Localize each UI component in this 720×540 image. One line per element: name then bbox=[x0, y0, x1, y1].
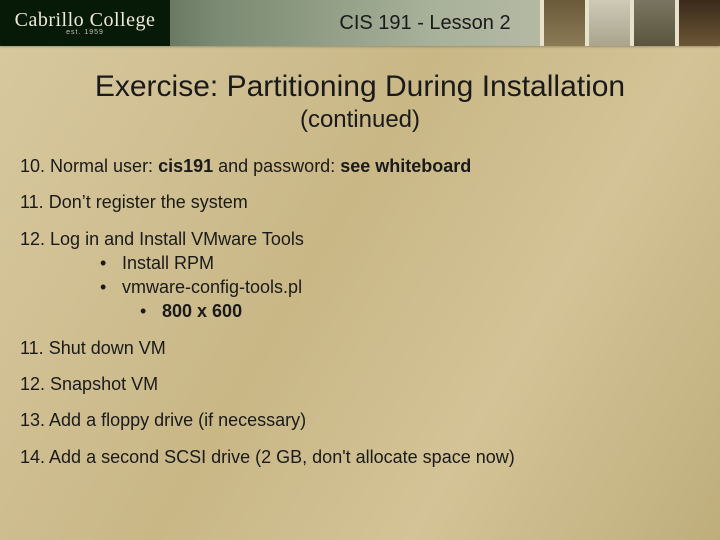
substep-resolution: •800 x 600 bbox=[20, 299, 700, 323]
bullet-icon: • bbox=[140, 299, 162, 323]
step-text: Shut down VM bbox=[44, 338, 166, 358]
step-11b: 11. Shut down VM bbox=[20, 336, 700, 360]
step-number: 12. bbox=[20, 374, 45, 394]
step-12a: 12. Log in and Install VMware Tools •Ins… bbox=[20, 227, 700, 324]
slide-content: 10. Normal user: cis191 and password: se… bbox=[0, 134, 720, 469]
bullet-icon: • bbox=[100, 251, 122, 275]
step-12b: 12. Snapshot VM bbox=[20, 372, 700, 396]
banner-photo-3 bbox=[630, 0, 675, 46]
step-number: 14. bbox=[20, 447, 45, 467]
logo-text: Cabrillo College bbox=[15, 11, 156, 29]
step-11a: 11. Don’t register the system bbox=[20, 190, 700, 214]
banner: Cabrillo College est. 1959 CIS 191 - Les… bbox=[0, 0, 720, 46]
banner-photo-1 bbox=[540, 0, 585, 46]
step-number: 13. bbox=[20, 410, 45, 430]
step-number: 10. bbox=[20, 156, 45, 176]
step-text: Don’t register the system bbox=[44, 192, 248, 212]
college-logo: Cabrillo College est. 1959 bbox=[0, 0, 170, 46]
substep-vmware-config: •vmware-config-tools.pl bbox=[20, 275, 700, 299]
step-bold-pass: see whiteboard bbox=[340, 156, 471, 176]
step-text-mid: and password: bbox=[213, 156, 340, 176]
banner-photo-4 bbox=[675, 0, 720, 46]
logo-subtext: est. 1959 bbox=[66, 29, 104, 36]
substep-text: Install RPM bbox=[122, 253, 214, 273]
step-text: Add a floppy drive (if necessary) bbox=[45, 410, 306, 430]
step-text: Add a second SCSI drive (2 GB, don't all… bbox=[45, 447, 515, 467]
substep-text: vmware-config-tools.pl bbox=[122, 277, 302, 297]
banner-photo-strip bbox=[540, 0, 720, 46]
bullet-icon: • bbox=[100, 275, 122, 299]
step-number: 12. bbox=[20, 229, 45, 249]
slide-subtitle: (continued) bbox=[0, 106, 720, 134]
step-13: 13. Add a floppy drive (if necessary) bbox=[20, 408, 700, 432]
step-number: 11. bbox=[20, 338, 44, 358]
slide: Cabrillo College est. 1959 CIS 191 - Les… bbox=[0, 0, 720, 540]
step-text-pre: Normal user: bbox=[45, 156, 158, 176]
step-14: 14. Add a second SCSI drive (2 GB, don't… bbox=[20, 445, 700, 469]
step-text: Log in and Install VMware Tools bbox=[45, 229, 304, 249]
step-bold-user: cis191 bbox=[158, 156, 213, 176]
substep-text: 800 x 600 bbox=[162, 301, 242, 321]
step-text: Snapshot VM bbox=[45, 374, 158, 394]
substep-install-rpm: •Install RPM bbox=[20, 251, 700, 275]
step-10: 10. Normal user: cis191 and password: se… bbox=[20, 154, 700, 178]
banner-photo-2 bbox=[585, 0, 630, 46]
slide-title: Exercise: Partitioning During Installati… bbox=[0, 70, 720, 104]
step-number: 11. bbox=[20, 192, 44, 212]
